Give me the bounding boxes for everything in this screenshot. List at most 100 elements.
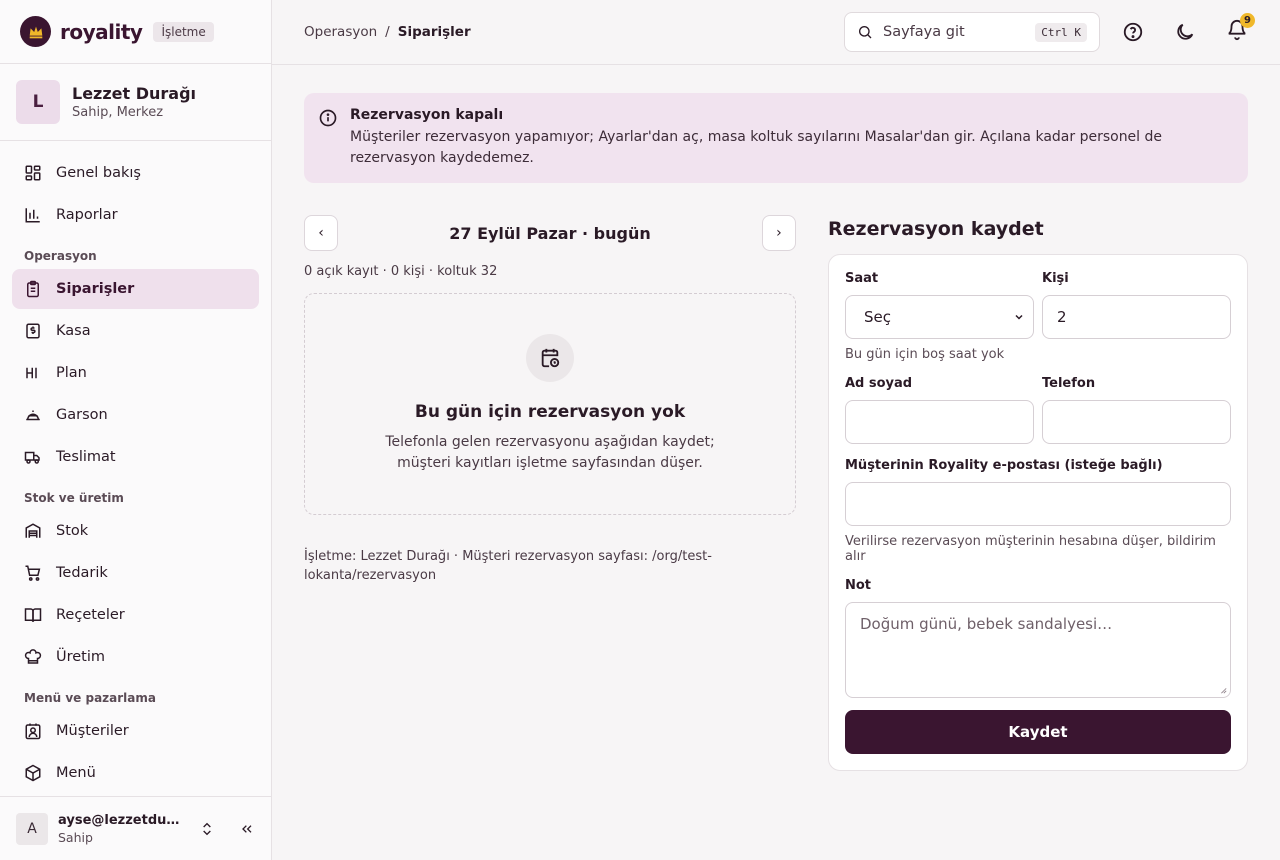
search-placeholder: Sayfaya git — [883, 24, 965, 40]
sidebar-item-garson[interactable]: Garson — [12, 395, 259, 435]
sidebar-item-receteler[interactable]: Reçeteler — [12, 595, 259, 635]
book-icon — [24, 608, 42, 622]
sidebar-item-uretim[interactable]: Üretim — [12, 637, 259, 677]
date-navigator: ‹ 27 Eylül Pazar · bugün › — [304, 215, 796, 251]
time-hint: Bu gün için boş saat yok — [845, 347, 1005, 362]
email-hint: Verilirse rezervasyon müşterinin hesabın… — [845, 534, 1216, 564]
sidebar-nav: Genel bakış Raporlar Operasyon Siparişle… — [0, 141, 271, 796]
truck-icon — [24, 451, 40, 464]
user-avatar: A — [16, 812, 48, 845]
grid-icon — [26, 367, 37, 379]
brand-badge: İşletme — [153, 21, 214, 42]
user-email: ayse@lezzetdurağı — [58, 812, 184, 828]
date-label: 27 Eylül Pazar · bugün — [449, 223, 651, 243]
sidebar-item-label: Raporlar — [56, 207, 118, 223]
search-shortcut: Ctrl K — [1035, 22, 1087, 42]
sidebar-item-tedarik[interactable]: Tedarik — [12, 553, 259, 593]
info-icon — [319, 109, 337, 127]
sidebar-item-label: Müşteriler — [56, 723, 129, 739]
email-input[interactable] — [845, 482, 1231, 526]
search-input[interactable]: Sayfaya git Ctrl K — [844, 12, 1100, 52]
sidebar-item-label: Genel bakış — [56, 165, 141, 181]
sidebar-item-menu[interactable]: Menü — [12, 753, 259, 793]
empty-title: Bu gün için rezervasyon yok — [414, 402, 686, 422]
dashboard-icon — [25, 165, 41, 181]
org-switcher[interactable]: L Lezzet Durağı Sahip, Merkez — [0, 64, 271, 141]
time-select[interactable]: Seç — [845, 295, 1034, 339]
breadcrumb-separator: / — [385, 24, 390, 40]
help-icon[interactable] — [1122, 21, 1144, 43]
people-input[interactable]: 2 — [1042, 295, 1231, 339]
sidebar-item-kasa[interactable]: Kasa — [12, 311, 259, 351]
sidebar-item-genel-bakis[interactable]: Genel bakış — [12, 153, 259, 193]
org-role: Sahip, Merkez — [72, 105, 164, 120]
save-button[interactable]: Kaydet — [845, 710, 1231, 754]
sidebar-item-label: Menü — [56, 765, 96, 781]
crown-logo-icon[interactable] — [20, 16, 51, 47]
reservation-stats: 0 açık kayıt · 0 kişi · koltuk 32 — [304, 264, 498, 279]
note-textarea[interactable]: Doğum günü, bebek sandalyesi… — [845, 602, 1231, 698]
resize-handle-icon[interactable] — [1219, 686, 1227, 694]
chevron-down-icon — [1015, 314, 1023, 320]
sidebar-item-raporlar[interactable]: Raporlar — [12, 195, 259, 235]
calendar-clock-icon — [526, 334, 574, 382]
org-name: Lezzet Durağı — [72, 84, 197, 103]
user-role: Sahip — [58, 829, 93, 845]
sidebar-item-label: Stok — [56, 523, 89, 539]
collapse-sidebar-icon[interactable] — [239, 821, 255, 837]
empty-text: Telefonla gelen rezervasyonu aşağıdan ka… — [385, 434, 715, 471]
note-label: Not — [845, 578, 872, 593]
chef-hat-icon — [24, 649, 42, 664]
reservation-list-panel: ‹ 27 Eylül Pazar · bugün › 0 açık kayıt … — [304, 215, 796, 771]
sidebar-item-label: Üretim — [56, 649, 106, 665]
sidebar-item-musteriler[interactable]: Müşteriler — [12, 711, 259, 751]
contact-icon — [25, 723, 41, 740]
sidebar-item-siparisler[interactable]: Siparişler — [12, 269, 259, 309]
chevrons-up-down-icon[interactable] — [199, 821, 215, 837]
notifications-button[interactable]: 9 — [1226, 13, 1255, 45]
brand-name[interactable]: royality — [60, 20, 143, 44]
breadcrumb-current: Siparişler — [397, 24, 471, 40]
breadcrumb-parent[interactable]: Operasyon — [304, 24, 377, 40]
name-input[interactable] — [845, 400, 1034, 444]
sidebar-item-stok[interactable]: Stok — [12, 511, 259, 551]
warehouse-icon — [25, 523, 41, 538]
dark-mode-icon[interactable] — [1174, 21, 1196, 43]
phone-input[interactable] — [1042, 400, 1231, 444]
sidebar-item-label: Garson — [56, 407, 108, 423]
sidebar-item-label: Kasa — [56, 323, 91, 339]
org-avatar: L — [16, 80, 60, 124]
phone-label: Telefon — [1042, 376, 1096, 391]
user-menu[interactable]: A ayse@lezzetdurağı Sahip — [0, 796, 271, 860]
sidebar-item-label: Reçeteler — [56, 607, 125, 623]
cart-icon — [25, 565, 41, 581]
sidebar: royality İşletme L Lezzet Durağı Sahip, … — [0, 0, 272, 860]
page-content: Rezervasyon kapalı Müşteriler rezervasyo… — [272, 65, 1280, 799]
time-label: Saat — [845, 271, 879, 286]
notification-count-badge: 9 — [1240, 13, 1255, 28]
empty-state: Bu gün için rezervasyon yok Telefonla ge… — [304, 293, 796, 515]
people-label: Kişi — [1042, 271, 1069, 286]
previous-day-button[interactable]: ‹ — [304, 215, 338, 251]
nav-section-title: Operasyon — [24, 249, 97, 263]
nav-section-title: Stok ve üretim — [24, 491, 124, 505]
email-label: Müşterinin Royality e-postası (isteğe ba… — [845, 458, 1163, 473]
form-title: Rezervasyon kaydet — [828, 218, 1044, 240]
time-select-value: Seç — [864, 308, 891, 326]
reservation-form: Saat Seç Kişi 2 Bu gün için boş saat yok… — [828, 254, 1248, 771]
sidebar-item-plan[interactable]: Plan — [12, 353, 259, 393]
bar-chart-icon — [25, 208, 40, 223]
next-day-button[interactable]: › — [761, 215, 796, 251]
clipboard-icon — [27, 280, 39, 298]
main-area: Operasyon / Siparişler Sayfaya git Ctrl … — [272, 0, 1280, 860]
sidebar-item-teslimat[interactable]: Teslimat — [12, 437, 259, 477]
alert-title: Rezervasyon kapalı — [350, 107, 504, 123]
topbar: Operasyon / Siparişler Sayfaya git Ctrl … — [272, 0, 1280, 65]
note-placeholder: Doğum günü, bebek sandalyesi… — [860, 615, 1113, 633]
name-label: Ad soyad — [845, 376, 913, 391]
search-icon — [859, 26, 872, 39]
alert-text: Müşteriler rezervasyon yapamıyor; Ayarla… — [350, 129, 1163, 166]
footnote: İşletme: Lezzet Durağı · Müşteri rezerva… — [304, 549, 712, 583]
sidebar-item-label: Plan — [56, 365, 87, 381]
reservation-form-panel: Rezervasyon kaydet Saat Seç Kişi 2 Bu gü… — [828, 215, 1248, 771]
